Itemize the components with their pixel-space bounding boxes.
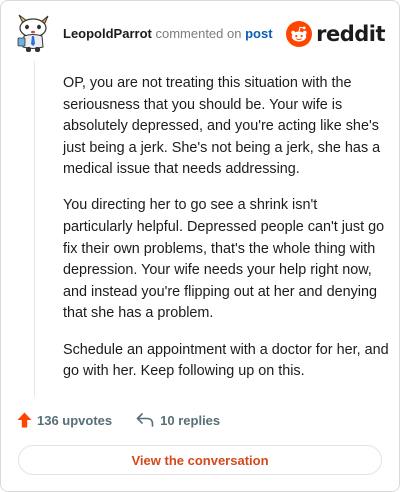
thread-line <box>34 61 35 397</box>
byline-verb: commented on <box>155 26 242 41</box>
view-conversation-button[interactable]: View the conversation <box>18 445 382 475</box>
reddit-logo[interactable]: reddit <box>286 20 385 48</box>
comment-body: OP, you are not treating this situation … <box>63 73 389 397</box>
comment-actions: 136 upvotes 10 replies <box>17 409 220 431</box>
comment-byline: LeopoldParrot commented on post <box>63 27 273 41</box>
username-link[interactable]: LeopoldParrot <box>63 26 152 41</box>
post-link[interactable]: post <box>245 26 272 41</box>
reddit-alien-icon <box>286 21 313 47</box>
upvote-arrow-icon <box>17 412 32 428</box>
comment-paragraph: You directing her to go see a shrink isn… <box>63 197 385 322</box>
upvote-count: 136 upvotes <box>37 412 113 428</box>
reddit-wordmark: reddit <box>316 22 385 46</box>
upvote-button[interactable]: 136 upvotes <box>17 412 112 428</box>
comment-paragraph: OP, you are not treating this situation … <box>63 75 381 178</box>
embedded-comment-card: LeopoldParrot commented on post reddit O… <box>0 0 400 492</box>
reply-icon <box>136 413 154 427</box>
replies-button[interactable]: 10 replies <box>136 413 220 428</box>
comment-paragraph: Schedule an appointment with a doctor fo… <box>63 341 389 380</box>
reply-count: 10 replies <box>160 412 221 428</box>
comment-header: LeopoldParrot commented on post reddit <box>1 1 399 65</box>
snoo-avatar-icon[interactable] <box>15 13 51 53</box>
